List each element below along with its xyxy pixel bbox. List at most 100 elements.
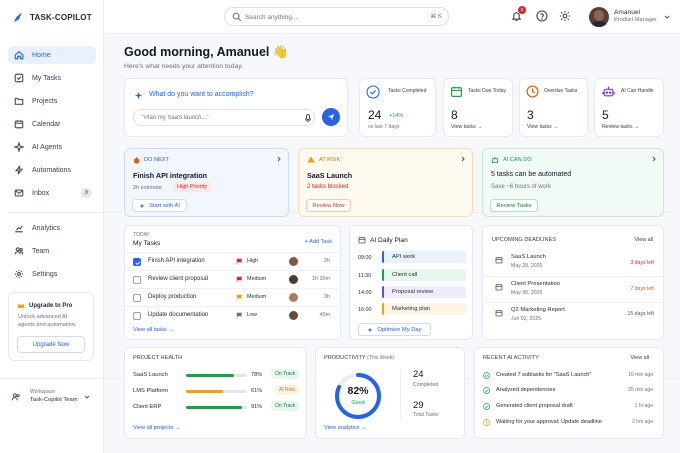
sidebar-item-calendar[interactable]: Calendar <box>8 115 96 133</box>
task-checkbox[interactable] <box>133 258 141 266</box>
chevron-down-icon[interactable] <box>664 15 670 19</box>
view-tasks-link[interactable]: View tasks → <box>451 124 482 130</box>
card-title: Finish API integration <box>133 171 208 180</box>
activity-item[interactable]: Generated client proposal draft 1 hr ago <box>475 400 663 413</box>
stat-delta: +14% <box>389 113 404 119</box>
stat-label: Tasks Completed <box>388 88 427 94</box>
ask-ai-input-box[interactable] <box>133 109 315 126</box>
microphone-icon[interactable] <box>305 114 311 123</box>
lightning-icon <box>14 165 24 175</box>
project-percent: 61% <box>251 388 263 394</box>
assignee-avatar <box>289 293 298 302</box>
stat-card-ai-can-handle[interactable]: AI Can Handle 5 Review tasks → <box>594 78 664 137</box>
view-all-link[interactable]: View all <box>635 237 653 243</box>
task-checkbox[interactable] <box>133 312 141 320</box>
view-tasks-link[interactable]: View tasks → <box>527 124 558 130</box>
optimize-my-day-button[interactable]: Optimize My Day <box>358 323 431 336</box>
card-tag: AT RISK <box>319 157 341 163</box>
deadline-item[interactable]: Client Presentation May 30, 2025 7 days … <box>483 276 663 302</box>
ask-ai-input[interactable] <box>142 113 292 123</box>
stat-card-overdue[interactable]: Overdue Tasks 3 View tasks → <box>519 78 588 137</box>
deadline-item[interactable]: SaaS Launch May 28, 2025 3 days left <box>483 250 663 276</box>
task-checkbox[interactable] <box>133 294 141 302</box>
stat-card-completed[interactable]: Tasks Completed 24 +14% vs last 7 days <box>359 78 436 137</box>
review-tasks-button[interactable]: Review Tasks <box>490 199 538 212</box>
search-bar[interactable]: ⌘ K <box>224 7 449 26</box>
app-logo[interactable]: TASK-COPILOT <box>12 11 92 24</box>
search-input[interactable] <box>245 11 405 23</box>
activity-time: 2 hrs ago <box>632 419 653 425</box>
activity-text: Generated client proposal draft <box>496 403 573 409</box>
plan-block[interactable]: Client call <box>382 269 466 281</box>
sidebar-item-projects[interactable]: Projects <box>8 92 96 110</box>
deadline-name: Q2 Marketing Report <box>511 307 565 313</box>
blocked-text: 2 tasks blocked <box>307 184 349 190</box>
activity-item[interactable]: Analyzed dependencies 25 min ago <box>475 384 663 397</box>
ask-ai-title: What do you want to accomplish? <box>149 91 254 98</box>
view-all-projects-link[interactable]: View all projects → <box>133 425 180 431</box>
task-due: 1h 30m <box>312 276 330 282</box>
add-task-button[interactable]: + Add Task <box>305 239 332 245</box>
project-row[interactable]: SaaS Launch 78% On Track <box>125 369 306 383</box>
review-now-button[interactable]: Review Now <box>306 199 351 212</box>
task-list: Finish API integration High 2h Review cl… <box>125 252 340 326</box>
sidebar-item-analytics[interactable]: Analytics <box>8 219 96 237</box>
send-button[interactable] <box>322 108 340 126</box>
start-with-ai-button[interactable]: Start with AI <box>132 199 187 212</box>
project-row[interactable]: LMS Platform 61% At Risk <box>125 385 306 399</box>
stat-card-due-today[interactable]: Tasks Due Today 8 View tasks → <box>443 78 513 137</box>
task-row[interactable]: Deploy production Medium 3h <box>125 288 340 306</box>
help-icon[interactable] <box>536 10 548 22</box>
plan-block[interactable]: API work <box>382 251 466 263</box>
upgrade-now-button[interactable]: Upgrade Now <box>17 336 85 353</box>
project-row[interactable]: Client ERP 91% On Track <box>125 401 306 415</box>
view-analytics-link[interactable]: View analytics → <box>324 425 367 431</box>
chevron-right-icon[interactable] <box>461 156 465 162</box>
upcoming-deadlines-card: UPCOMING DEADLINES View all SaaS Launch … <box>482 225 664 340</box>
sidebar-item-label: Projects <box>32 97 58 105</box>
chevron-down-icon <box>84 395 90 399</box>
activity-item[interactable]: Created 7 subtasks for "SaaS Launch" 10 … <box>475 369 663 382</box>
sidebar-item-settings[interactable]: Settings <box>8 265 96 283</box>
deadline-item[interactable]: Q2 Marketing Report Jun 02, 2025 15 days… <box>483 302 663 328</box>
chart-icon <box>15 225 23 233</box>
task-row[interactable]: Update documentation Low 40m <box>125 306 340 324</box>
chevron-right-icon[interactable] <box>277 156 281 162</box>
flag-icon <box>236 258 243 265</box>
sidebar-item-my-tasks[interactable]: My Tasks <box>8 69 96 87</box>
total-count: 29 <box>413 400 424 411</box>
stat-value: 24 <box>368 108 382 122</box>
workspace-switcher[interactable]: Workspace Task-Copilot Team <box>8 386 96 408</box>
task-row[interactable]: Review client proposal Medium 1h 30m <box>125 270 340 288</box>
search-shortcut: ⌘ K <box>430 14 442 20</box>
search-icon <box>232 12 242 22</box>
chevron-right-icon[interactable] <box>652 156 656 162</box>
sidebar-item-label: My Tasks <box>32 74 62 82</box>
sidebar-item-automations[interactable]: Automations <box>8 161 96 179</box>
sidebar-item-team[interactable]: Team <box>8 242 96 260</box>
do-next-card[interactable]: DO NEXT Finish API integration 2h estima… <box>124 148 289 217</box>
sidebar-item-ai-agents[interactable]: AI Agents <box>8 138 96 156</box>
view-all-link[interactable]: View all <box>631 355 649 361</box>
check-circle-icon <box>483 387 490 394</box>
stat-value: 3 <box>527 108 534 122</box>
activity-item[interactable]: Waiting for your approval: Update deadli… <box>475 416 663 429</box>
plan-time: 16:00 <box>358 307 372 313</box>
notifications-button[interactable]: 8 <box>511 6 526 22</box>
app-name: TASK-COPILOT <box>30 13 92 22</box>
task-checkbox[interactable] <box>133 276 141 284</box>
plan-block[interactable]: Marketing plan <box>382 303 466 315</box>
sidebar-item-home[interactable]: Home <box>8 46 96 64</box>
sidebar-item-label: Analytics <box>32 224 61 232</box>
sidebar-item-inbox[interactable]: Inbox 8 <box>8 184 96 202</box>
ai-can-do-card[interactable]: AI CAN DO 5 tasks can be automated Save … <box>482 148 664 217</box>
gear-icon[interactable] <box>559 10 571 22</box>
avatar[interactable] <box>589 7 609 27</box>
status-badge: On Track <box>271 369 300 379</box>
view-all-tasks-link[interactable]: View all tasks → <box>133 327 174 333</box>
at-risk-card[interactable]: AT RISK SaaS Launch 2 tasks blocked Revi… <box>298 148 473 217</box>
productivity-rating: Good <box>351 400 365 406</box>
plan-block[interactable]: Proposal review <box>382 286 466 298</box>
task-row[interactable]: Finish API integration High 2h <box>125 252 340 270</box>
review-tasks-link[interactable]: Review tasks → <box>602 124 639 130</box>
